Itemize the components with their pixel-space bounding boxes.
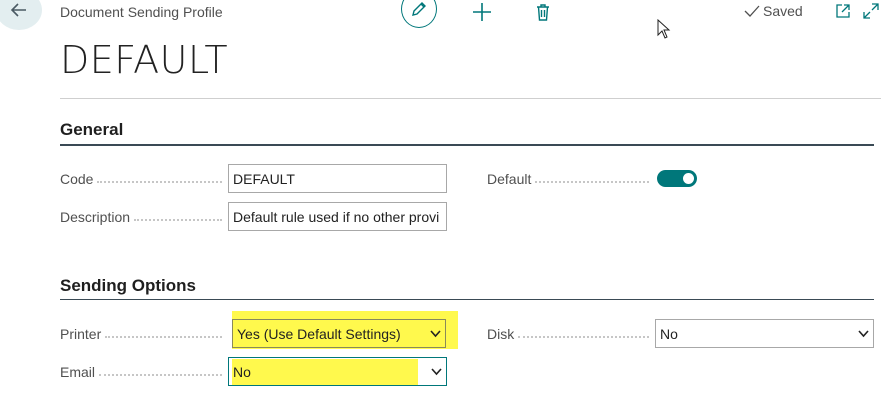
breadcrumb: Document Sending Profile [60, 4, 223, 20]
expand-button[interactable] [862, 2, 880, 20]
section-divider [60, 144, 874, 146]
default-label: Default [487, 171, 653, 187]
default-toggle[interactable] [657, 170, 697, 187]
arrow-left-icon [10, 3, 26, 17]
email-select[interactable]: No [228, 357, 447, 386]
email-highlight [232, 359, 418, 385]
code-label: Code [60, 171, 226, 187]
section-sending-options-title[interactable]: Sending Options [60, 276, 196, 296]
section-divider [60, 299, 874, 300]
section-general-title[interactable]: General [60, 120, 123, 140]
printer-selected-value: Yes (Use Default Settings) [237, 325, 401, 342]
edit-button[interactable] [401, 0, 437, 28]
trash-icon [537, 4, 549, 21]
code-field[interactable]: DEFAULT [228, 164, 447, 193]
title-divider [60, 98, 881, 99]
open-new-window-button[interactable] [834, 2, 852, 20]
description-field[interactable]: Default rule used if no other provi [228, 202, 447, 231]
disk-select[interactable]: No [655, 319, 874, 348]
description-label: Description [60, 209, 226, 225]
saved-label: Saved [763, 3, 803, 19]
email-selected-value: No [233, 363, 251, 380]
email-label: Email [60, 364, 226, 380]
chevron-down-icon [431, 365, 442, 379]
toggle-knob [683, 173, 694, 184]
chevron-down-icon [858, 327, 869, 341]
popout-icon [836, 4, 850, 18]
check-icon [744, 5, 760, 17]
printer-label: Printer [60, 326, 226, 342]
disk-selected-value: No [660, 325, 678, 342]
saved-status: Saved [744, 3, 803, 19]
new-button[interactable] [470, 0, 494, 24]
page-title: DEFAULT [60, 38, 229, 82]
pencil-icon [412, 2, 426, 16]
printer-select[interactable]: Yes (Use Default Settings) [232, 319, 446, 348]
delete-button[interactable] [533, 2, 553, 22]
mouse-cursor-icon [657, 18, 671, 39]
chevron-down-icon [430, 327, 441, 341]
plus-icon [473, 3, 491, 21]
back-button[interactable] [0, 0, 42, 30]
expand-icon [863, 3, 879, 19]
disk-label: Disk [487, 326, 653, 342]
